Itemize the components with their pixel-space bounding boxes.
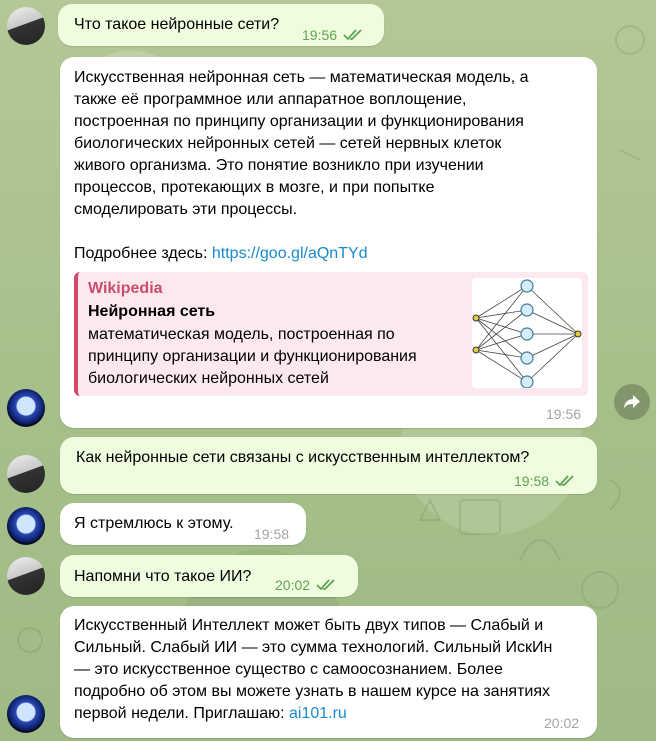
message-line: биологических нейронных сетей — сетей не… — [74, 135, 502, 152]
user-avatar[interactable] — [7, 557, 45, 595]
message-text: Напомни что такое ИИ? — [74, 568, 252, 585]
message-meta: 20:02 — [544, 712, 579, 734]
message-time: 19:58 — [254, 526, 290, 542]
message-time: 19:56 — [546, 406, 582, 422]
bot-avatar[interactable] — [7, 389, 45, 427]
double-check-icon — [343, 29, 362, 41]
message-meta: 19:58 — [254, 523, 289, 545]
share-button[interactable] — [614, 384, 650, 420]
preview-site-name: Wikipedia — [88, 280, 163, 297]
double-check-icon — [555, 475, 574, 487]
message-bubble-outgoing[interactable]: Что такое нейронные сети? 19:56 — [58, 4, 384, 46]
more-label: Подробнее здесь: — [74, 245, 208, 262]
message-text: Искусственная нейронная сеть — математич… — [74, 67, 529, 221]
message-line: процессов, протекающих в мозге, и при по… — [74, 179, 435, 196]
message-meta: 19:56 — [546, 403, 581, 425]
message-bubble-incoming[interactable]: Искусственная нейронная сеть — математич… — [60, 57, 597, 428]
message-line: также её программное или аппаратное вопл… — [74, 91, 467, 108]
message-line: Искусственная нейронная сеть — математич… — [74, 69, 529, 86]
message-meta: 19:58 — [514, 470, 575, 492]
message-text: Как нейронные сети связаны с искусственн… — [76, 449, 530, 466]
message-meta: 19:56 — [302, 24, 363, 46]
message-line: смоделировать эти процессы. — [74, 201, 298, 218]
message-line: Сильный. Слабый ИИ — это сумма технологи… — [74, 639, 553, 656]
preview-description: математическая модель, построенная по пр… — [88, 324, 458, 390]
share-arrow-icon — [624, 395, 640, 409]
preview-title: Нейронная сеть — [88, 303, 216, 320]
more-line: Подробнее здесь: https://goo.gl/aQnTYd — [74, 243, 368, 265]
message-text: Искусственный Интеллект может быть двух … — [74, 615, 552, 725]
message-line: подробно об этом вы можете узнать в наше… — [74, 683, 550, 700]
message-time: 19:56 — [302, 27, 338, 43]
double-check-icon — [316, 579, 335, 591]
message-bubble-incoming[interactable]: Я стремлюсь к этому. 19:58 — [60, 503, 306, 545]
message-text: Что такое нейронные сети? — [74, 16, 280, 33]
link-preview[interactable]: Wikipedia Нейронная сеть математическая … — [74, 272, 588, 396]
message-bubble-outgoing[interactable]: Как нейронные сети связаны с искусственн… — [60, 437, 597, 494]
message-line: построенная по принципу организации и фу… — [74, 113, 524, 130]
bot-avatar[interactable] — [7, 507, 45, 545]
neural-network-image — [472, 278, 582, 388]
user-avatar[interactable] — [7, 455, 45, 493]
message-time: 20:02 — [544, 715, 580, 731]
message-time: 19:58 — [514, 473, 550, 489]
preview-desc-line: математическая модель, построенная по — [88, 326, 395, 343]
bot-avatar[interactable] — [7, 695, 45, 733]
message-line: Искусственный Интеллект может быть двух … — [74, 617, 544, 634]
message-text: Я стремлюсь к этому. — [74, 515, 234, 532]
user-avatar[interactable] — [7, 7, 45, 45]
message-link[interactable]: https://goo.gl/aQnTYd — [212, 245, 368, 262]
preview-desc-line: биологических нейронных сетей — [88, 370, 329, 387]
message-bubble-outgoing[interactable]: Напомни что такое ИИ? 20:02 — [60, 555, 358, 597]
message-line: — это искусственное существо с самоосозн… — [74, 661, 503, 678]
message-bubble-incoming[interactable]: Искусственный Интеллект может быть двух … — [60, 606, 597, 738]
message-line: первой недели. Приглашаю: — [74, 705, 285, 722]
preview-desc-line: принципу организации и функционирования — [88, 348, 417, 365]
message-link[interactable]: ai101.ru — [289, 705, 347, 722]
message-meta: 20:02 — [275, 574, 336, 596]
message-time: 20:02 — [275, 577, 311, 593]
message-line: живого организма. Это понятие возникло п… — [74, 157, 484, 174]
message-last-line: первой недели. Приглашаю: ai101.ru — [74, 703, 552, 725]
